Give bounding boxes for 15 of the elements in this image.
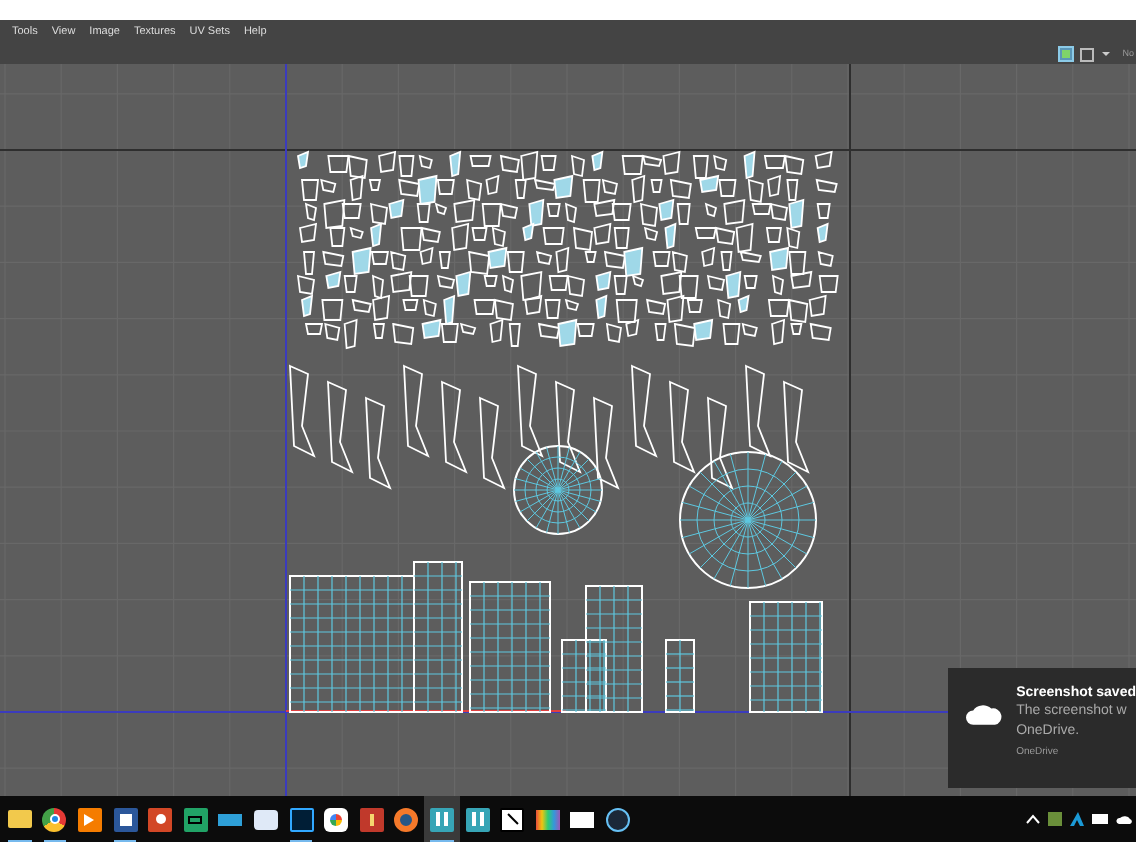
sheet-icon [183,807,208,831]
app-icon [218,813,243,825]
taskbar-app-button[interactable] [424,796,460,842]
browser-icon [42,807,67,831]
image-view-button[interactable] [1058,46,1075,62]
cloud-icon[interactable] [1116,814,1132,824]
photos-icon [324,807,349,831]
palette-icon [535,809,560,829]
triangle-logo-icon[interactable] [1070,812,1084,826]
cloud-icon [966,702,1003,726]
chevron-up-icon[interactable] [1026,814,1040,824]
play-icon [77,807,102,831]
dropdown-caret-button[interactable] [1100,48,1111,60]
grid-button[interactable] [1080,47,1095,61]
folder-icon [7,810,32,828]
